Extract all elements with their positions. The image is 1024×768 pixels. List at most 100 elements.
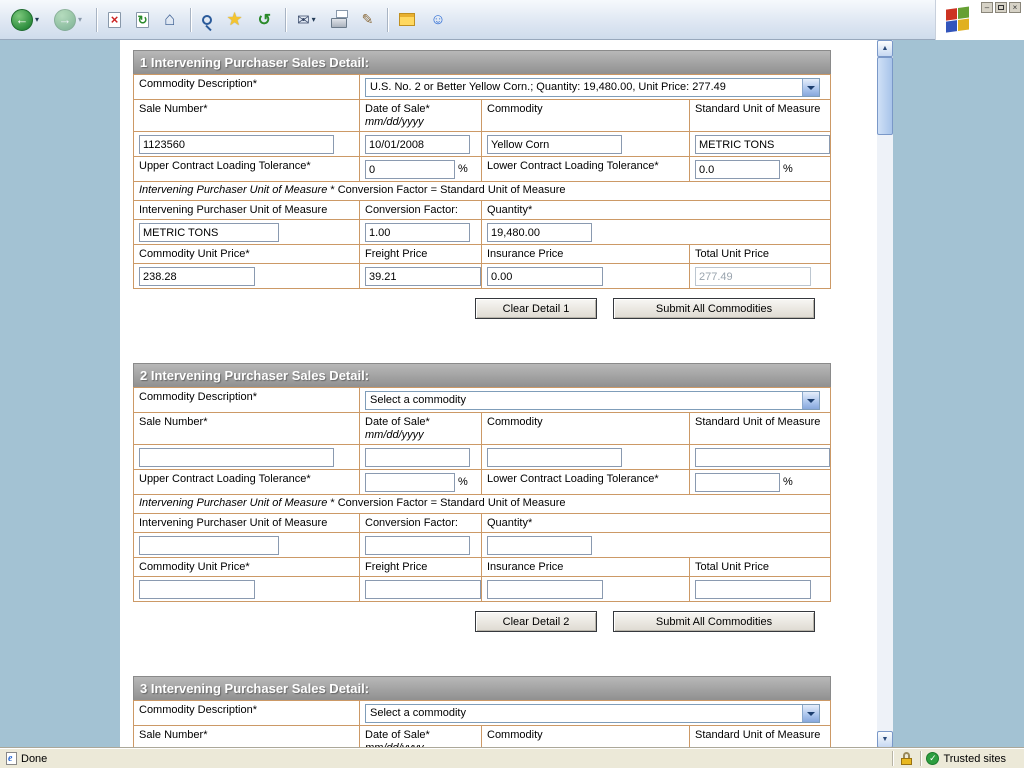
toolbar-separator (190, 8, 192, 32)
statusbar-separator (892, 751, 893, 766)
browser-window: ← ▾ → ▾ × ↻ ⌂ ★ ↺ ✉ ▾ (0, 0, 1024, 768)
insurance-price-input[interactable] (487, 267, 603, 286)
mail-button[interactable]: ✉ ▾ (294, 6, 319, 34)
freight-price-input[interactable] (365, 580, 481, 599)
commodity-unit-price-input[interactable] (139, 580, 255, 599)
discuss-button[interactable] (396, 6, 418, 34)
statusbar-separator (920, 751, 921, 766)
commodity-input[interactable] (487, 448, 622, 467)
scroll-down-button[interactable]: ▼ (877, 731, 893, 748)
conversion-factor-label: Conversion Factor: (359, 201, 481, 219)
freight-price-label: Freight Price (359, 245, 481, 263)
security-zone-indicator: ✓ Trusted sites (926, 752, 1020, 765)
forward-icon: → (54, 9, 76, 31)
total-unit-price-input (695, 580, 811, 599)
back-button[interactable]: ← ▾ (8, 6, 42, 34)
commodity-description-select[interactable]: Select a commodity (365, 704, 820, 723)
date-of-sale-label: Date of Sale* (365, 103, 476, 116)
standard-unit-label: Standard Unit of Measure (689, 413, 830, 444)
dropdown-arrow-icon[interactable] (802, 79, 819, 96)
total-unit-price-label: Total Unit Price (689, 558, 830, 576)
sale-number-input[interactable] (139, 448, 334, 467)
commodity-description-select[interactable]: U.S. No. 2 or Better Yellow Corn.; Quant… (365, 78, 820, 97)
lower-tolerance-input[interactable] (695, 160, 780, 179)
sale-number-label: Sale Number* (134, 726, 359, 748)
print-button[interactable] (328, 6, 350, 34)
conversion-note-rest: * Conversion Factor = Standard Unit of M… (327, 497, 565, 509)
scrollbar-thumb[interactable] (877, 57, 893, 135)
conversion-factor-input[interactable] (365, 223, 470, 242)
percent-sign: % (458, 476, 468, 488)
clear-detail-button[interactable]: Clear Detail 2 (475, 611, 597, 632)
standard-unit-input[interactable] (695, 135, 830, 154)
sales-detail-section-2: 2 Intervening Purchaser Sales Detail: Co… (133, 363, 831, 632)
restore-icon (998, 5, 1004, 10)
lower-tolerance-label: Lower Contract Loading Tolerance* (481, 470, 689, 494)
selected-commodity-text: Select a commodity (370, 394, 466, 406)
dropdown-arrow-icon[interactable] (802, 392, 819, 409)
forward-dropdown-icon[interactable]: ▾ (78, 15, 82, 24)
commodity-label: Commodity (481, 413, 689, 444)
date-of-sale-input[interactable] (365, 135, 470, 154)
commodity-description-label: Commodity Description* (134, 701, 359, 725)
quantity-input[interactable] (487, 536, 592, 555)
selected-commodity-text: U.S. No. 2 or Better Yellow Corn.; Quant… (370, 81, 726, 93)
trusted-zone-check-icon: ✓ (926, 752, 939, 765)
edit-button[interactable]: ✎ (359, 6, 377, 34)
freight-price-input[interactable] (365, 267, 481, 286)
conversion-note-italic: Intervening Purchaser Unit of Measure (139, 497, 327, 509)
history-icon: ↺ (258, 10, 271, 30)
edit-icon: ✎ (362, 11, 374, 28)
ipum-input[interactable] (139, 536, 279, 555)
form-content-panel: 1 Intervening Purchaser Sales Detail: Co… (120, 40, 877, 748)
stop-x-glyph: × (111, 12, 119, 27)
back-dropdown-icon[interactable]: ▾ (35, 15, 39, 24)
submit-all-commodities-button[interactable]: Submit All Commodities (613, 611, 815, 632)
insurance-price-label: Insurance Price (481, 558, 689, 576)
scroll-up-button[interactable]: ▲ (877, 40, 893, 57)
restore-button[interactable] (995, 2, 1007, 13)
forward-button[interactable]: → ▾ (51, 6, 85, 34)
mail-icon: ✉ (297, 11, 310, 29)
close-button[interactable]: × (1009, 2, 1021, 13)
conversion-note-rest: * Conversion Factor = Standard Unit of M… (327, 184, 565, 196)
quantity-label: Quantity* (481, 514, 830, 532)
selected-commodity-text: Select a commodity (370, 707, 466, 719)
commodity-unit-price-input[interactable] (139, 267, 255, 286)
page-status-icon: e (6, 752, 17, 765)
search-button[interactable] (199, 6, 215, 34)
home-button[interactable]: ⌂ (161, 6, 178, 34)
stop-button[interactable]: × (105, 6, 124, 34)
date-format-hint: mm/dd/yyyy (365, 429, 476, 442)
commodity-description-select[interactable]: Select a commodity (365, 391, 820, 410)
clear-detail-button[interactable]: Clear Detail 1 (475, 298, 597, 319)
history-button[interactable]: ↺ (255, 6, 274, 34)
conversion-note-italic: Intervening Purchaser Unit of Measure (139, 184, 327, 196)
discuss-icon (399, 13, 415, 26)
sale-number-label: Sale Number* (134, 413, 359, 444)
quantity-input[interactable] (487, 223, 592, 242)
submit-all-commodities-button[interactable]: Submit All Commodities (613, 298, 815, 319)
ipum-input[interactable] (139, 223, 279, 242)
commodity-label: Commodity (481, 100, 689, 131)
conversion-factor-label: Conversion Factor: (359, 514, 481, 532)
conversion-factor-input[interactable] (365, 536, 470, 555)
favorites-button[interactable]: ★ (224, 6, 246, 34)
percent-sign: % (783, 476, 793, 488)
mail-dropdown-icon[interactable]: ▾ (312, 15, 316, 24)
commodity-input[interactable] (487, 135, 622, 154)
lower-tolerance-input[interactable] (695, 473, 780, 492)
refresh-glyph: ↻ (138, 13, 148, 27)
insurance-price-input[interactable] (487, 580, 603, 599)
lock-icon (901, 752, 912, 765)
upper-tolerance-input[interactable] (365, 473, 455, 492)
vertical-scrollbar[interactable]: ▲ ▼ (877, 40, 893, 748)
upper-tolerance-input[interactable] (365, 160, 455, 179)
dropdown-arrow-icon[interactable] (802, 705, 819, 722)
sale-number-input[interactable] (139, 135, 334, 154)
refresh-button[interactable]: ↻ (133, 6, 152, 34)
standard-unit-input[interactable] (695, 448, 830, 467)
minimize-button[interactable]: – (981, 2, 993, 13)
date-of-sale-input[interactable] (365, 448, 470, 467)
messenger-button[interactable]: ☺ (427, 6, 448, 34)
